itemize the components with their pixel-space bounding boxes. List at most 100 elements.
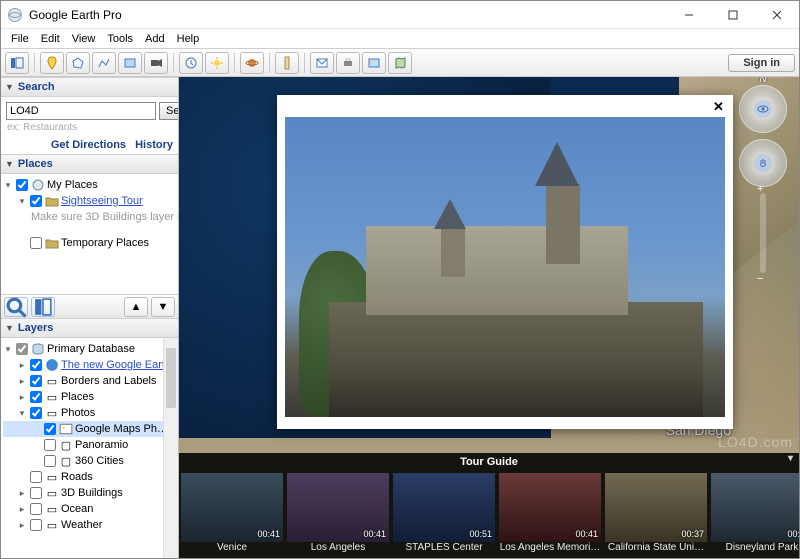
print-button[interactable] bbox=[336, 52, 360, 74]
tour-row[interactable]: 00:41Venice00:41Los Angeles00:51STAPLES … bbox=[179, 471, 799, 556]
map-viewport[interactable]: San Diego LO4D.com N + − ✕ bbox=[179, 77, 799, 558]
my-places-checkbox[interactable] bbox=[16, 179, 28, 191]
layer-checkbox[interactable] bbox=[30, 503, 42, 515]
polygon-button[interactable] bbox=[66, 52, 90, 74]
nav-controls: N + − bbox=[737, 85, 789, 273]
search-header[interactable]: ▼ Search bbox=[1, 77, 178, 97]
database-icon bbox=[31, 343, 45, 355]
view-maps-button[interactable] bbox=[388, 52, 412, 74]
layer-checkbox[interactable] bbox=[44, 423, 56, 435]
layer-roads[interactable]: ▭Roads bbox=[3, 469, 176, 485]
places-header[interactable]: ▼ Places bbox=[1, 154, 178, 174]
history-link[interactable]: History bbox=[135, 139, 173, 151]
layer-checkbox[interactable] bbox=[30, 487, 42, 499]
tour-item[interactable]: 00:41Los Angeles Memori… bbox=[499, 473, 601, 556]
layers-scrollbar[interactable] bbox=[163, 338, 178, 558]
layer-google-maps-photos[interactable]: Google Maps Ph… bbox=[3, 421, 176, 437]
tour-item[interactable]: 00:39Disneyland Park bbox=[711, 473, 799, 556]
places-panel-button[interactable] bbox=[31, 297, 55, 317]
tour-item[interactable]: 00:51STAPLES Center bbox=[393, 473, 495, 556]
layer-new-earth[interactable]: ▸The new Google Earth bbox=[3, 357, 176, 373]
tour-item[interactable]: 00:41Venice bbox=[181, 473, 283, 556]
record-tour-button[interactable] bbox=[144, 52, 168, 74]
placemark-button[interactable] bbox=[40, 52, 64, 74]
zoom-out[interactable]: − bbox=[757, 273, 763, 285]
layer-checkbox[interactable] bbox=[16, 343, 28, 355]
temp-places-node[interactable]: Temporary Places bbox=[3, 235, 176, 251]
menu-view[interactable]: View bbox=[66, 31, 102, 47]
email-button[interactable] bbox=[310, 52, 334, 74]
sunlight-button[interactable] bbox=[205, 52, 229, 74]
search-title: Search bbox=[18, 81, 55, 93]
sightseeing-link[interactable]: Sightseeing Tour bbox=[61, 195, 143, 207]
tour-name: Los Angeles Memori… bbox=[499, 542, 601, 556]
zoom-in[interactable]: + bbox=[757, 183, 763, 195]
menu-file[interactable]: File bbox=[5, 31, 35, 47]
layer-link[interactable]: The new Google Earth bbox=[61, 359, 171, 371]
layer-checkbox[interactable] bbox=[30, 375, 42, 387]
globe-icon bbox=[31, 179, 45, 191]
popup-close-button[interactable]: ✕ bbox=[713, 99, 727, 113]
tour-thumb: 00:51 bbox=[393, 473, 495, 542]
save-image-button[interactable] bbox=[362, 52, 386, 74]
menu-edit[interactable]: Edit bbox=[35, 31, 66, 47]
sightseeing-note: Make sure 3D Buildings layer is checked bbox=[3, 209, 176, 225]
tour-title: Tour Guide bbox=[460, 456, 518, 468]
menu-add[interactable]: Add bbox=[139, 31, 171, 47]
sidebar: ▼ Search Search ex: Restaurants Get Dire… bbox=[1, 77, 179, 558]
historical-button[interactable] bbox=[179, 52, 203, 74]
layer-checkbox[interactable] bbox=[44, 455, 56, 467]
zoom-slider[interactable]: + − bbox=[760, 193, 766, 273]
search-button[interactable]: Search bbox=[159, 102, 179, 120]
move-down-button[interactable]: ▼ bbox=[151, 297, 175, 317]
image-overlay-button[interactable] bbox=[118, 52, 142, 74]
layer-weather[interactable]: ▸▭Weather bbox=[3, 517, 176, 533]
layer-checkbox[interactable] bbox=[30, 359, 42, 371]
places-search-button[interactable] bbox=[4, 297, 28, 317]
close-button[interactable] bbox=[755, 1, 799, 29]
layer-checkbox[interactable] bbox=[30, 407, 42, 419]
pan-control[interactable] bbox=[739, 139, 787, 187]
sightseeing-checkbox[interactable] bbox=[30, 195, 42, 207]
layer-checkbox[interactable] bbox=[44, 439, 56, 451]
get-directions-link[interactable]: Get Directions bbox=[51, 139, 126, 151]
temp-places-label: Temporary Places bbox=[61, 237, 149, 249]
tour-item[interactable]: 00:37California State Uni… bbox=[605, 473, 707, 556]
photo-icon: ▢ bbox=[59, 439, 73, 451]
hide-sidebar-button[interactable] bbox=[5, 52, 29, 74]
ruler-button[interactable] bbox=[275, 52, 299, 74]
layer-photos[interactable]: ▾▭Photos bbox=[3, 405, 176, 421]
menu-tools[interactable]: Tools bbox=[101, 31, 139, 47]
my-places-node[interactable]: ▾ My Places bbox=[3, 177, 176, 193]
layer-places[interactable]: ▸▭Places bbox=[3, 389, 176, 405]
layer-checkbox[interactable] bbox=[30, 519, 42, 531]
tour-thumb: 00:41 bbox=[499, 473, 601, 542]
layer-borders[interactable]: ▸▭Borders and Labels bbox=[3, 373, 176, 389]
app-window: Google Earth Pro File Edit View Tools Ad… bbox=[0, 0, 800, 559]
look-control[interactable]: N bbox=[739, 85, 787, 133]
primary-db-node[interactable]: ▾ Primary Database bbox=[3, 341, 176, 357]
signin-button[interactable]: Sign in bbox=[728, 54, 795, 72]
search-input[interactable] bbox=[6, 102, 156, 120]
layer-panoramio[interactable]: ▢Panoramio bbox=[3, 437, 176, 453]
layer-360-cities[interactable]: ▢360 Cities bbox=[3, 453, 176, 469]
sightseeing-node[interactable]: ▾ Sightseeing Tour bbox=[3, 193, 176, 209]
layers-header[interactable]: ▼ Layers bbox=[1, 318, 178, 338]
planets-button[interactable] bbox=[240, 52, 264, 74]
move-up-button[interactable]: ▲ bbox=[124, 297, 148, 317]
layer-ocean[interactable]: ▸▭Ocean bbox=[3, 501, 176, 517]
minimize-button[interactable] bbox=[667, 1, 711, 29]
layer-3d-buildings[interactable]: ▸▭3D Buildings bbox=[3, 485, 176, 501]
tour-item[interactable]: 00:41Los Angeles bbox=[287, 473, 389, 556]
tour-guide: Tour Guide ▾ 00:41Venice00:41Los Angeles… bbox=[179, 453, 799, 558]
temp-places-checkbox[interactable] bbox=[30, 237, 42, 249]
menu-help[interactable]: Help bbox=[171, 31, 206, 47]
maximize-button[interactable] bbox=[711, 1, 755, 29]
layer-checkbox[interactable] bbox=[30, 471, 42, 483]
tour-collapse-button[interactable]: ▾ bbox=[788, 453, 793, 464]
path-button[interactable] bbox=[92, 52, 116, 74]
tour-header[interactable]: Tour Guide ▾ bbox=[179, 453, 799, 471]
layer-checkbox[interactable] bbox=[30, 391, 42, 403]
places-tree: ▾ My Places ▾ Sightseeing Tour Make sure… bbox=[1, 174, 178, 294]
toolbar: Sign in bbox=[1, 49, 799, 77]
